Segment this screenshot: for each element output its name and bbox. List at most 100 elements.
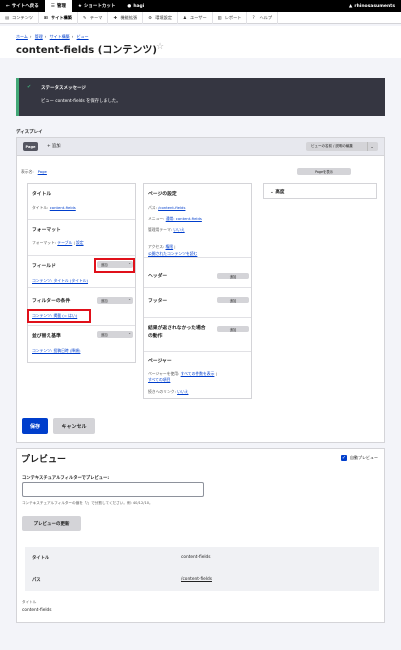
preview-title: プレビュー <box>21 455 67 465</box>
shortcuts-tab[interactable]: ★ ショートカット <box>72 0 122 12</box>
back-to-site-link[interactable]: ← サイトへ戻る <box>0 0 45 12</box>
save-button[interactable]: 保存 <box>22 418 48 434</box>
favorite-star-icon[interactable]: ☆ <box>156 42 164 52</box>
highlight-fields-add <box>94 258 135 273</box>
sort-section: 並び替え基準 追加 ⌄ コンテンツ: 投稿日時 (降順) <box>28 326 135 364</box>
help-icon: ? <box>252 15 255 20</box>
format-settings-link[interactable]: 設定 <box>76 240 84 245</box>
status-message: ✔ ステータスメッセージ ビュー content-fields を保存しました。 <box>16 78 385 116</box>
add-display-button[interactable]: + 追加 <box>47 143 61 149</box>
status-title: ステータスメッセージ <box>41 86 86 91</box>
checkbox-checked-icon[interactable]: ✓ <box>341 455 347 461</box>
extend-icon: ✚ <box>113 15 117 20</box>
title-link[interactable]: content-fields <box>50 205 76 210</box>
tray-item-appearance[interactable]: ✎ テーマ <box>78 11 109 24</box>
admin-theme-link[interactable]: いいえ <box>173 227 184 232</box>
title-section: タイトル タイトル: content-fields <box>28 184 135 220</box>
header-add-button[interactable]: 追加 <box>217 273 249 279</box>
update-preview-button[interactable]: プレビューの更新 <box>22 516 81 531</box>
breadcrumb-structure[interactable]: サイト構築 <box>50 34 70 39</box>
show-page-button[interactable]: Pageを表示 <box>297 168 351 175</box>
page-title: content-fields (コンテンツ) <box>16 45 157 56</box>
tab-page[interactable]: Page <box>23 142 38 151</box>
contextual-filter-help: コンテキスチュアルフィルターの値を「/」で分割してください。例: 40/12/1… <box>22 501 153 505</box>
filter-add-button[interactable]: 追加 ⌄ <box>97 297 133 304</box>
contextual-filter-label: コンテキスチュアルフィルターでプレビュー: <box>22 476 110 481</box>
chevron-down-icon[interactable]: ⌄ <box>367 142 376 151</box>
table-row: タイトル content-fields <box>32 555 211 561</box>
auto-preview-toggle[interactable]: ✓ 自動プレビュー <box>341 455 378 461</box>
menu-icon: ☰ <box>50 3 55 9</box>
table-row: パス /content-fields <box>32 577 212 583</box>
display-name-link[interactable]: Page <box>38 169 47 174</box>
preview-table: タイトル content-fields パス /content-fields <box>25 547 379 591</box>
display-name: 表示名: Page <box>21 169 47 174</box>
format-heading: フォーマット <box>32 228 61 233</box>
no-results-section: 結果が返されなかった場合 の動作 追加 <box>144 318 251 352</box>
page-settings-heading: ページの設定 <box>148 192 177 197</box>
access-permission-link[interactable]: 公開されたコンテンツを読む <box>148 251 197 256</box>
content-icon: ▤ <box>5 15 9 20</box>
breadcrumb-views[interactable]: ビュー <box>77 34 89 39</box>
sort-heading: 並び替え基準 <box>32 334 61 339</box>
footer-add-button[interactable]: 追加 <box>217 297 249 303</box>
tray-item-help[interactable]: ? ヘルプ <box>247 11 279 24</box>
reports-icon: ▥ <box>217 15 222 20</box>
tray-item-structure[interactable]: ⊞ サイト構築 <box>39 11 78 24</box>
format-link[interactable]: テーブル <box>57 240 72 245</box>
tray-item-reports[interactable]: ▥ レポート <box>213 11 248 24</box>
highlight-filter-link <box>27 309 91 323</box>
tray-item-people[interactable]: ♟ ユーザー <box>178 11 213 24</box>
appearance-icon: ✎ <box>82 15 87 20</box>
sort-created-link[interactable]: コンテンツ: 投稿日時 (降順) <box>32 348 80 353</box>
title-heading: タイトル <box>32 192 52 197</box>
tray-item-content[interactable]: ▤ コンテンツ <box>0 11 39 24</box>
menu-link[interactable]: 通常: content-fields <box>166 216 202 221</box>
no-results-heading: 結果が返されなかった場合 <box>148 326 206 331</box>
header-section: ヘッダー 追加 <box>144 268 251 288</box>
advanced-section[interactable]: ⌄ 高度 <box>263 183 377 199</box>
site-tab[interactable]: ▲ rhinosasuments <box>343 0 401 12</box>
page-settings-section: ページの設定 パス: /content-fields メニュー: 通常: con… <box>144 184 251 258</box>
advanced-label: 高度 <box>275 190 285 195</box>
edit-view-name-button[interactable]: ビューの名前 / 説明の編集 ⌄ <box>306 142 378 151</box>
star-icon: ★ <box>77 3 82 9</box>
access-link[interactable]: 権限 <box>166 244 174 249</box>
chevron-down-icon: ⌄ <box>270 190 274 195</box>
preview-panel: プレビュー ✓ 自動プレビュー コンテキスチュアルフィルターでプレビュー: コン… <box>16 448 385 623</box>
status-text: ビュー content-fields を保存しました。 <box>41 99 121 104</box>
chevron-down-icon: ⌄ <box>128 297 131 301</box>
breadcrumb-home[interactable]: ホーム <box>16 34 28 39</box>
preview-field-value: content-fields <box>22 608 52 613</box>
structure-icon: ⊞ <box>43 15 48 20</box>
pager-heading: ページャー <box>148 359 172 364</box>
config-icon: ⚙ <box>148 15 153 20</box>
sort-add-button[interactable]: 追加 ⌄ <box>97 331 133 338</box>
cancel-button[interactable]: キャンセル <box>53 418 95 434</box>
contextual-filter-input[interactable] <box>22 482 204 497</box>
pager-type-link[interactable]: すべての件数を表示 <box>181 371 215 376</box>
check-icon: ✔ <box>27 84 32 90</box>
footer-heading: フッター <box>148 299 168 304</box>
breadcrumb-admin[interactable]: 管理 <box>35 34 43 39</box>
admin-tray: ▤ コンテンツ ⊞ サイト構築 ✎ テーマ ✚ 機能拡張 ⚙ 環境設定 ♟ ユーザー ▥ レポ… <box>0 11 401 24</box>
manage-tab[interactable]: ☰ 管理 <box>44 0 72 12</box>
no-results-add-button[interactable]: 追加 <box>217 326 249 332</box>
more-link[interactable]: いいえ <box>177 389 188 394</box>
arrow-left-icon: ← <box>6 3 10 9</box>
preview-field-label: タイトル <box>22 600 37 604</box>
display-tabs: Page + 追加 ビューの名前 / 説明の編集 ⌄ <box>17 138 384 156</box>
tray-item-extend[interactable]: ✚ 機能拡張 <box>108 11 144 24</box>
display-section-label: ディスプレイ <box>16 130 43 135</box>
pager-options-link[interactable]: すべての項目 <box>148 377 170 382</box>
path-link[interactable]: /content-fields <box>158 205 185 210</box>
chevron-down-icon: ⌄ <box>128 331 131 335</box>
field-title-link[interactable]: コンテンツ: タイトル (タイトル) <box>32 278 88 283</box>
tray-item-config[interactable]: ⚙ 環境設定 <box>143 11 179 24</box>
left-column: タイトル タイトル: content-fields フォーマット フォーマット:… <box>27 183 136 363</box>
header-heading: ヘッダー <box>148 274 168 279</box>
filter-heading: フィルターの条件 <box>32 299 71 304</box>
preview-path-link[interactable]: /content-fields <box>181 577 212 582</box>
user-tab[interactable]: ● hagi <box>121 0 150 12</box>
no-results-heading-2: の動作 <box>148 334 163 339</box>
